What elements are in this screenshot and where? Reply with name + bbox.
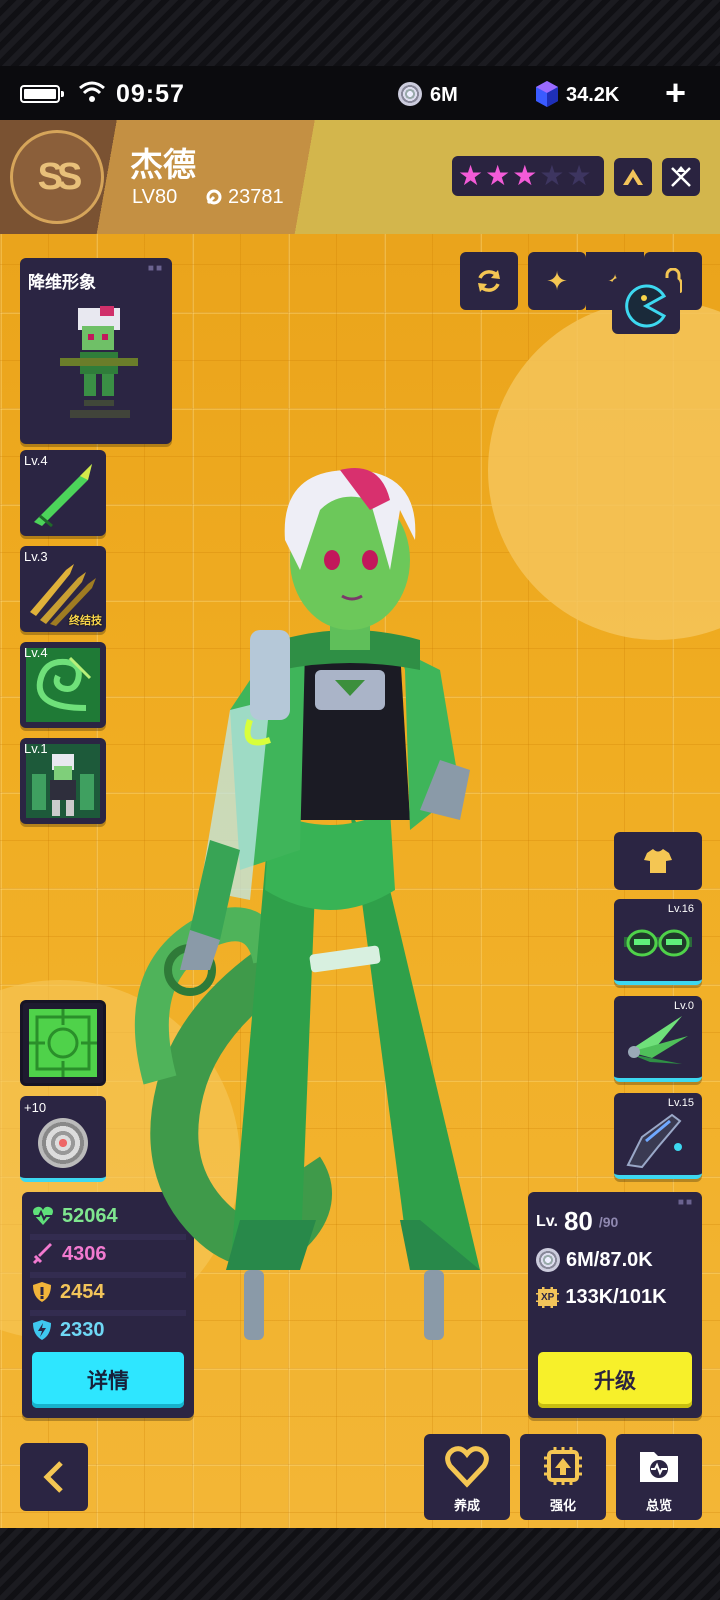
stat-attack-value: 4306	[62, 1242, 107, 1265]
level-panel: ■■ Lv. 80 /90 6M/87.0K XP 133K/101K 升级	[528, 1192, 702, 1418]
refresh-icon	[478, 270, 500, 292]
mountain-icon	[623, 169, 643, 185]
finisher-tag: 终结技	[69, 615, 102, 627]
star-icon: ★	[458, 160, 484, 191]
xp-row: XP 133K/101K	[536, 1286, 667, 1309]
nav-enhance-label: 强化	[549, 1498, 576, 1513]
star-empty-icon: ★	[566, 160, 592, 191]
pixel-form-title: 降维形象	[28, 273, 96, 292]
star-icon: ★	[485, 160, 511, 191]
level-current: 80	[563, 1206, 593, 1236]
details-button[interactable]: 详情	[32, 1352, 184, 1408]
skill-bullet[interactable]: Lv.4	[20, 450, 106, 536]
gem-balance: 34.2K	[566, 84, 620, 106]
lightning-icon	[33, 1320, 51, 1340]
nav-overview-label: 总览	[645, 1498, 672, 1513]
chevron-left-icon	[43, 1461, 63, 1493]
coin-cost: 6M/87.0K	[566, 1248, 653, 1271]
shirt-icon	[644, 849, 672, 873]
class-button[interactable]	[662, 158, 700, 196]
clock: 09:57	[116, 80, 185, 108]
status-bar: 09:57 6M 34.2K +	[0, 66, 720, 120]
swap-button[interactable]	[460, 252, 518, 310]
wing-blade-icon	[628, 1016, 688, 1064]
heart-icon	[445, 1446, 489, 1488]
power-icon	[206, 189, 222, 205]
coin-cost-row: 6M/87.0K	[536, 1248, 653, 1272]
xp-value: 133K/101K	[565, 1286, 667, 1308]
rank-emblem-icon: SS	[10, 130, 104, 224]
character-illustration	[134, 468, 480, 1340]
shield-icon	[33, 1282, 51, 1302]
skill-level: Lv.3	[24, 549, 48, 564]
star-empty-icon: ★	[539, 160, 565, 191]
circuit-chip-icon	[29, 1009, 97, 1077]
nav-nurture[interactable]: 养成	[424, 1434, 510, 1520]
nav-enhance[interactable]: 强化	[520, 1434, 606, 1520]
level-row: Lv. 80 /90	[536, 1206, 618, 1237]
folder-pulse-icon	[640, 1452, 678, 1482]
pacman-icon	[625, 284, 667, 328]
back-button[interactable]	[20, 1443, 88, 1511]
level-max: /90	[598, 1213, 619, 1230]
wifi-icon	[79, 81, 105, 102]
sword-icon	[32, 1243, 52, 1265]
level-label: Lv.	[536, 1212, 558, 1230]
equipment-slot-wing[interactable]: Lv.0	[614, 996, 702, 1082]
coin-icon	[536, 1248, 560, 1272]
bottom-decor-band	[0, 1528, 720, 1600]
equipment-slot-gun[interactable]: Lv.15	[614, 1093, 702, 1179]
gem-icon	[536, 81, 558, 107]
disc-module[interactable]: +10	[20, 1096, 106, 1182]
disc-icon	[38, 1118, 88, 1168]
chip-module[interactable]	[20, 1000, 106, 1086]
stat-hp-value: 52064	[62, 1204, 118, 1227]
nav-overview[interactable]: 总览	[616, 1434, 702, 1520]
coin-balance: 6M	[430, 84, 458, 106]
heart-pulse-icon	[33, 1206, 53, 1225]
sparkle-icon: ✦	[546, 265, 568, 296]
skill-level: Lv.1	[24, 741, 48, 756]
ascend-button[interactable]	[614, 158, 652, 196]
coin-icon	[398, 82, 422, 106]
skill-clone[interactable]: Lv.1	[20, 738, 106, 824]
panel-dots: ■■	[677, 1197, 694, 1208]
character-level: LV80	[132, 186, 178, 208]
assistant-button[interactable]	[612, 278, 680, 334]
skill-finisher[interactable]: Lv.3 终结技	[20, 546, 106, 632]
gun-icon	[626, 1113, 682, 1169]
skin-button[interactable]: ✦	[528, 252, 586, 310]
stat-speed-value: 2330	[60, 1318, 105, 1341]
star-rating: ★ ★ ★ ★ ★	[452, 156, 604, 196]
panel-dots: ■■	[147, 263, 164, 274]
nav-nurture-label: 养成	[453, 1498, 480, 1513]
character-header: SS 杰德 LV80 23781 ★ ★ ★ ★ ★	[0, 120, 720, 234]
skill-chameleon[interactable]: Lv.4	[20, 642, 106, 728]
game-area: SS 杰德 LV80 23781 ★ ★ ★ ★ ★ ■■ 降维形象 Lv.4 …	[0, 120, 720, 1528]
character-power: 23781	[228, 186, 284, 208]
crossed-arrows-icon	[671, 166, 691, 187]
stat-defense-value: 2454	[60, 1280, 105, 1303]
outfit-button[interactable]	[614, 832, 702, 890]
battery-icon	[20, 85, 64, 103]
chip-upgrade-icon	[544, 1447, 582, 1485]
add-currency-button[interactable]: +	[665, 75, 686, 111]
character-name: 杰德	[130, 146, 196, 183]
star-icon: ★	[512, 160, 538, 191]
equipment-slot-goggles[interactable]: Lv.16	[614, 899, 702, 985]
equipment-level: Lv.16	[667, 903, 694, 915]
goggles-icon	[624, 929, 692, 957]
xp-chip-icon: XP	[536, 1287, 560, 1308]
skill-level: Lv.4	[24, 453, 48, 468]
skill-level: Lv.4	[24, 645, 48, 660]
upgrade-button[interactable]: 升级	[538, 1352, 692, 1408]
module-plus: +10	[24, 1100, 47, 1115]
